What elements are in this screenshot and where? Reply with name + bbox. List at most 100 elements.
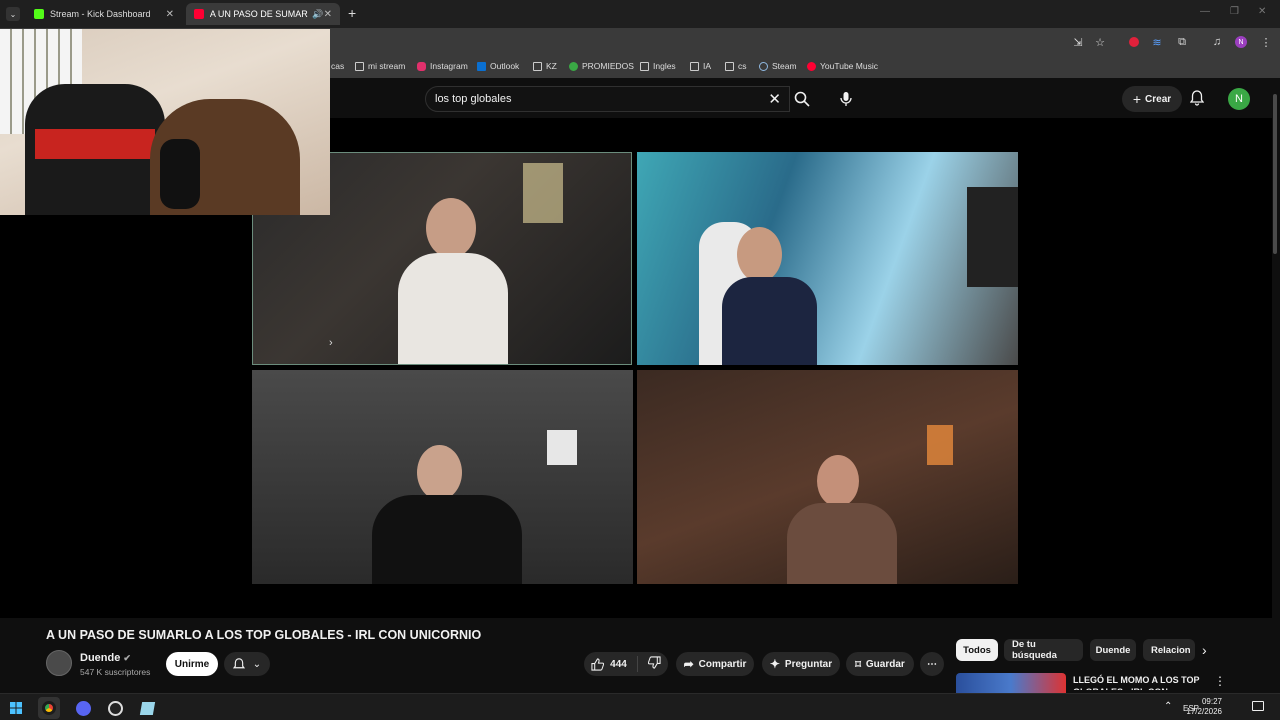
folder-icon bbox=[533, 61, 542, 71]
close-window-icon[interactable]: ✕ bbox=[1258, 6, 1266, 17]
recommended-title[interactable]: LLEGÓ EL MOMO A LOS TOP GLOBALES - IRL C… bbox=[1073, 674, 1203, 690]
like-count: 444 bbox=[610, 658, 627, 670]
chip-from-search[interactable]: De tu búsqueda bbox=[1004, 639, 1083, 661]
media-controls-icon[interactable]: ♫ bbox=[1210, 35, 1224, 49]
bell-icon bbox=[232, 657, 245, 668]
youtube-favicon-icon bbox=[194, 9, 204, 19]
bookmark-item[interactable]: Instagram bbox=[417, 61, 468, 71]
chip-channel[interactable]: Duende bbox=[1090, 639, 1136, 661]
more-actions-button[interactable]: ⋯ bbox=[920, 652, 944, 676]
like-button[interactable]: 444 bbox=[591, 657, 627, 671]
subscription-notify-button[interactable]: ⌄ bbox=[224, 652, 270, 676]
tab-kick-dashboard[interactable]: Stream - Kick Dashboard ✕ bbox=[26, 3, 182, 25]
notification-center-icon[interactable] bbox=[1252, 701, 1264, 711]
bookmark-item[interactable]: cs bbox=[725, 61, 747, 71]
bookmark-item[interactable]: Steam bbox=[759, 61, 797, 71]
kick-favicon-icon bbox=[34, 9, 44, 19]
windows-logo-icon bbox=[10, 702, 22, 714]
subscriber-count: 547 K suscriptores bbox=[80, 667, 151, 677]
speaker-icon[interactable]: 🔊 bbox=[312, 9, 323, 20]
chrome-taskbar-icon[interactable] bbox=[38, 697, 60, 719]
app-taskbar-icon[interactable] bbox=[136, 697, 158, 719]
install-app-icon[interactable]: ⇲ bbox=[1071, 35, 1085, 49]
bookmark-item[interactable]: mi stream bbox=[355, 61, 405, 71]
account-avatar[interactable]: N bbox=[1228, 88, 1250, 110]
bookmark-item[interactable]: Outlook bbox=[477, 61, 519, 71]
profile-avatar-icon[interactable]: N bbox=[1234, 35, 1248, 49]
lamp-glow bbox=[927, 425, 953, 465]
tab-title: Stream - Kick Dashboard bbox=[50, 9, 151, 19]
tray-chevron-icon[interactable]: ⌃ bbox=[1164, 701, 1172, 712]
clear-search-icon[interactable]: ✕ bbox=[768, 90, 781, 108]
more-horizontal-icon: ⋯ bbox=[927, 658, 937, 670]
clock[interactable]: 09:27 17/2/2026 bbox=[1186, 697, 1222, 717]
promiedos-icon bbox=[569, 61, 578, 71]
windows-start-icon[interactable] bbox=[5, 697, 27, 719]
lamp-glow bbox=[523, 163, 563, 223]
search-box[interactable]: los top globales ✕ bbox=[425, 86, 790, 112]
bookmark-star-icon[interactable]: ☆ bbox=[1093, 35, 1107, 49]
microphone-icon bbox=[840, 92, 852, 106]
bookmark-item[interactable]: cas bbox=[331, 61, 344, 71]
plus-icon: + bbox=[1132, 91, 1142, 107]
new-tab-button[interactable]: + bbox=[348, 5, 356, 21]
person-figure bbox=[398, 198, 508, 364]
join-button[interactable]: Unirme bbox=[166, 652, 218, 676]
bookmark-item[interactable]: IA bbox=[690, 61, 711, 71]
tab-search-button[interactable]: ⌄ bbox=[6, 7, 20, 21]
chair-stripe bbox=[35, 129, 155, 159]
video-title: A UN PASO DE SUMARLO A LOS TOP GLOBALES … bbox=[46, 628, 482, 642]
bookmark-item[interactable]: PROMIEDOS bbox=[569, 61, 634, 71]
channel-name[interactable]: Duende ✔ bbox=[80, 652, 131, 664]
close-tab-icon[interactable]: ✕ bbox=[166, 9, 174, 20]
discord-taskbar-icon[interactable] bbox=[72, 697, 94, 719]
chevron-right-icon[interactable]: › bbox=[1202, 642, 1207, 658]
recommended-thumbnail[interactable] bbox=[956, 673, 1066, 693]
minimize-icon[interactable]: — bbox=[1200, 6, 1210, 17]
bookmark-item[interactable]: Ingles bbox=[640, 61, 676, 71]
bookmark-item[interactable]: KZ bbox=[533, 61, 557, 71]
chevron-right-icon[interactable]: › bbox=[329, 337, 333, 349]
extensions-puzzle-icon[interactable]: ⧉ bbox=[1175, 35, 1189, 49]
scrollbar-thumb[interactable] bbox=[1273, 94, 1277, 254]
sparkle-icon: ✦ bbox=[769, 657, 780, 671]
obs-taskbar-icon[interactable] bbox=[104, 697, 126, 719]
page-scrollbar[interactable] bbox=[1272, 88, 1278, 692]
voice-search-button[interactable] bbox=[832, 86, 860, 112]
save-button[interactable]: ⌑ Guardar bbox=[846, 652, 914, 676]
more-vertical-icon[interactable]: ⋮ bbox=[1214, 674, 1226, 688]
maximize-icon[interactable]: ❐ bbox=[1230, 6, 1239, 17]
extension-audio-icon[interactable]: ≋ bbox=[1150, 35, 1164, 49]
search-button[interactable] bbox=[789, 86, 815, 112]
notifications-button[interactable] bbox=[1189, 90, 1205, 111]
folder-icon bbox=[725, 61, 734, 71]
chip-related[interactable]: Relacion bbox=[1143, 639, 1195, 661]
like-dislike-group: 444 bbox=[584, 652, 668, 676]
bookmark-icon: ⌑ bbox=[855, 658, 861, 671]
windows-taskbar: ⌃ ESP 09:27 17/2/2026 bbox=[0, 693, 1280, 720]
folder-icon bbox=[640, 61, 649, 71]
folder-icon bbox=[690, 61, 699, 71]
bell-icon bbox=[1189, 90, 1205, 106]
extension-red-icon[interactable] bbox=[1127, 35, 1141, 49]
search-icon bbox=[794, 91, 810, 107]
verified-icon: ✔ bbox=[123, 653, 131, 663]
youtube-music-icon bbox=[807, 61, 816, 71]
close-tab-icon[interactable]: ✕ bbox=[324, 9, 332, 20]
channel-avatar[interactable] bbox=[46, 650, 72, 676]
folder-icon bbox=[355, 61, 364, 71]
instagram-icon bbox=[417, 61, 426, 71]
browser-menu-icon[interactable]: ⋮ bbox=[1259, 35, 1273, 49]
tab-title: A UN PASO DE SUMARLO A LOS TOP GLOBALES … bbox=[209, 9, 309, 19]
bookmark-item[interactable]: YouTube Music bbox=[807, 61, 878, 71]
share-button[interactable]: ➦ Compartir bbox=[676, 652, 754, 676]
facecam-overlay bbox=[0, 29, 330, 215]
search-input[interactable]: los top globales bbox=[435, 93, 511, 105]
dislike-button[interactable] bbox=[647, 656, 661, 672]
tab-youtube-video[interactable]: A UN PASO DE SUMARLO A LOS TOP GLOBALES … bbox=[186, 3, 340, 25]
chip-all[interactable]: Todos bbox=[956, 639, 998, 661]
tab-strip: ⌄ Stream - Kick Dashboard ✕ A UN PASO DE… bbox=[0, 0, 1280, 28]
video-panel-bottom-right bbox=[637, 370, 1018, 584]
ask-button[interactable]: ✦ Preguntar bbox=[762, 652, 840, 676]
create-button[interactable]: + Crear bbox=[1122, 86, 1182, 112]
